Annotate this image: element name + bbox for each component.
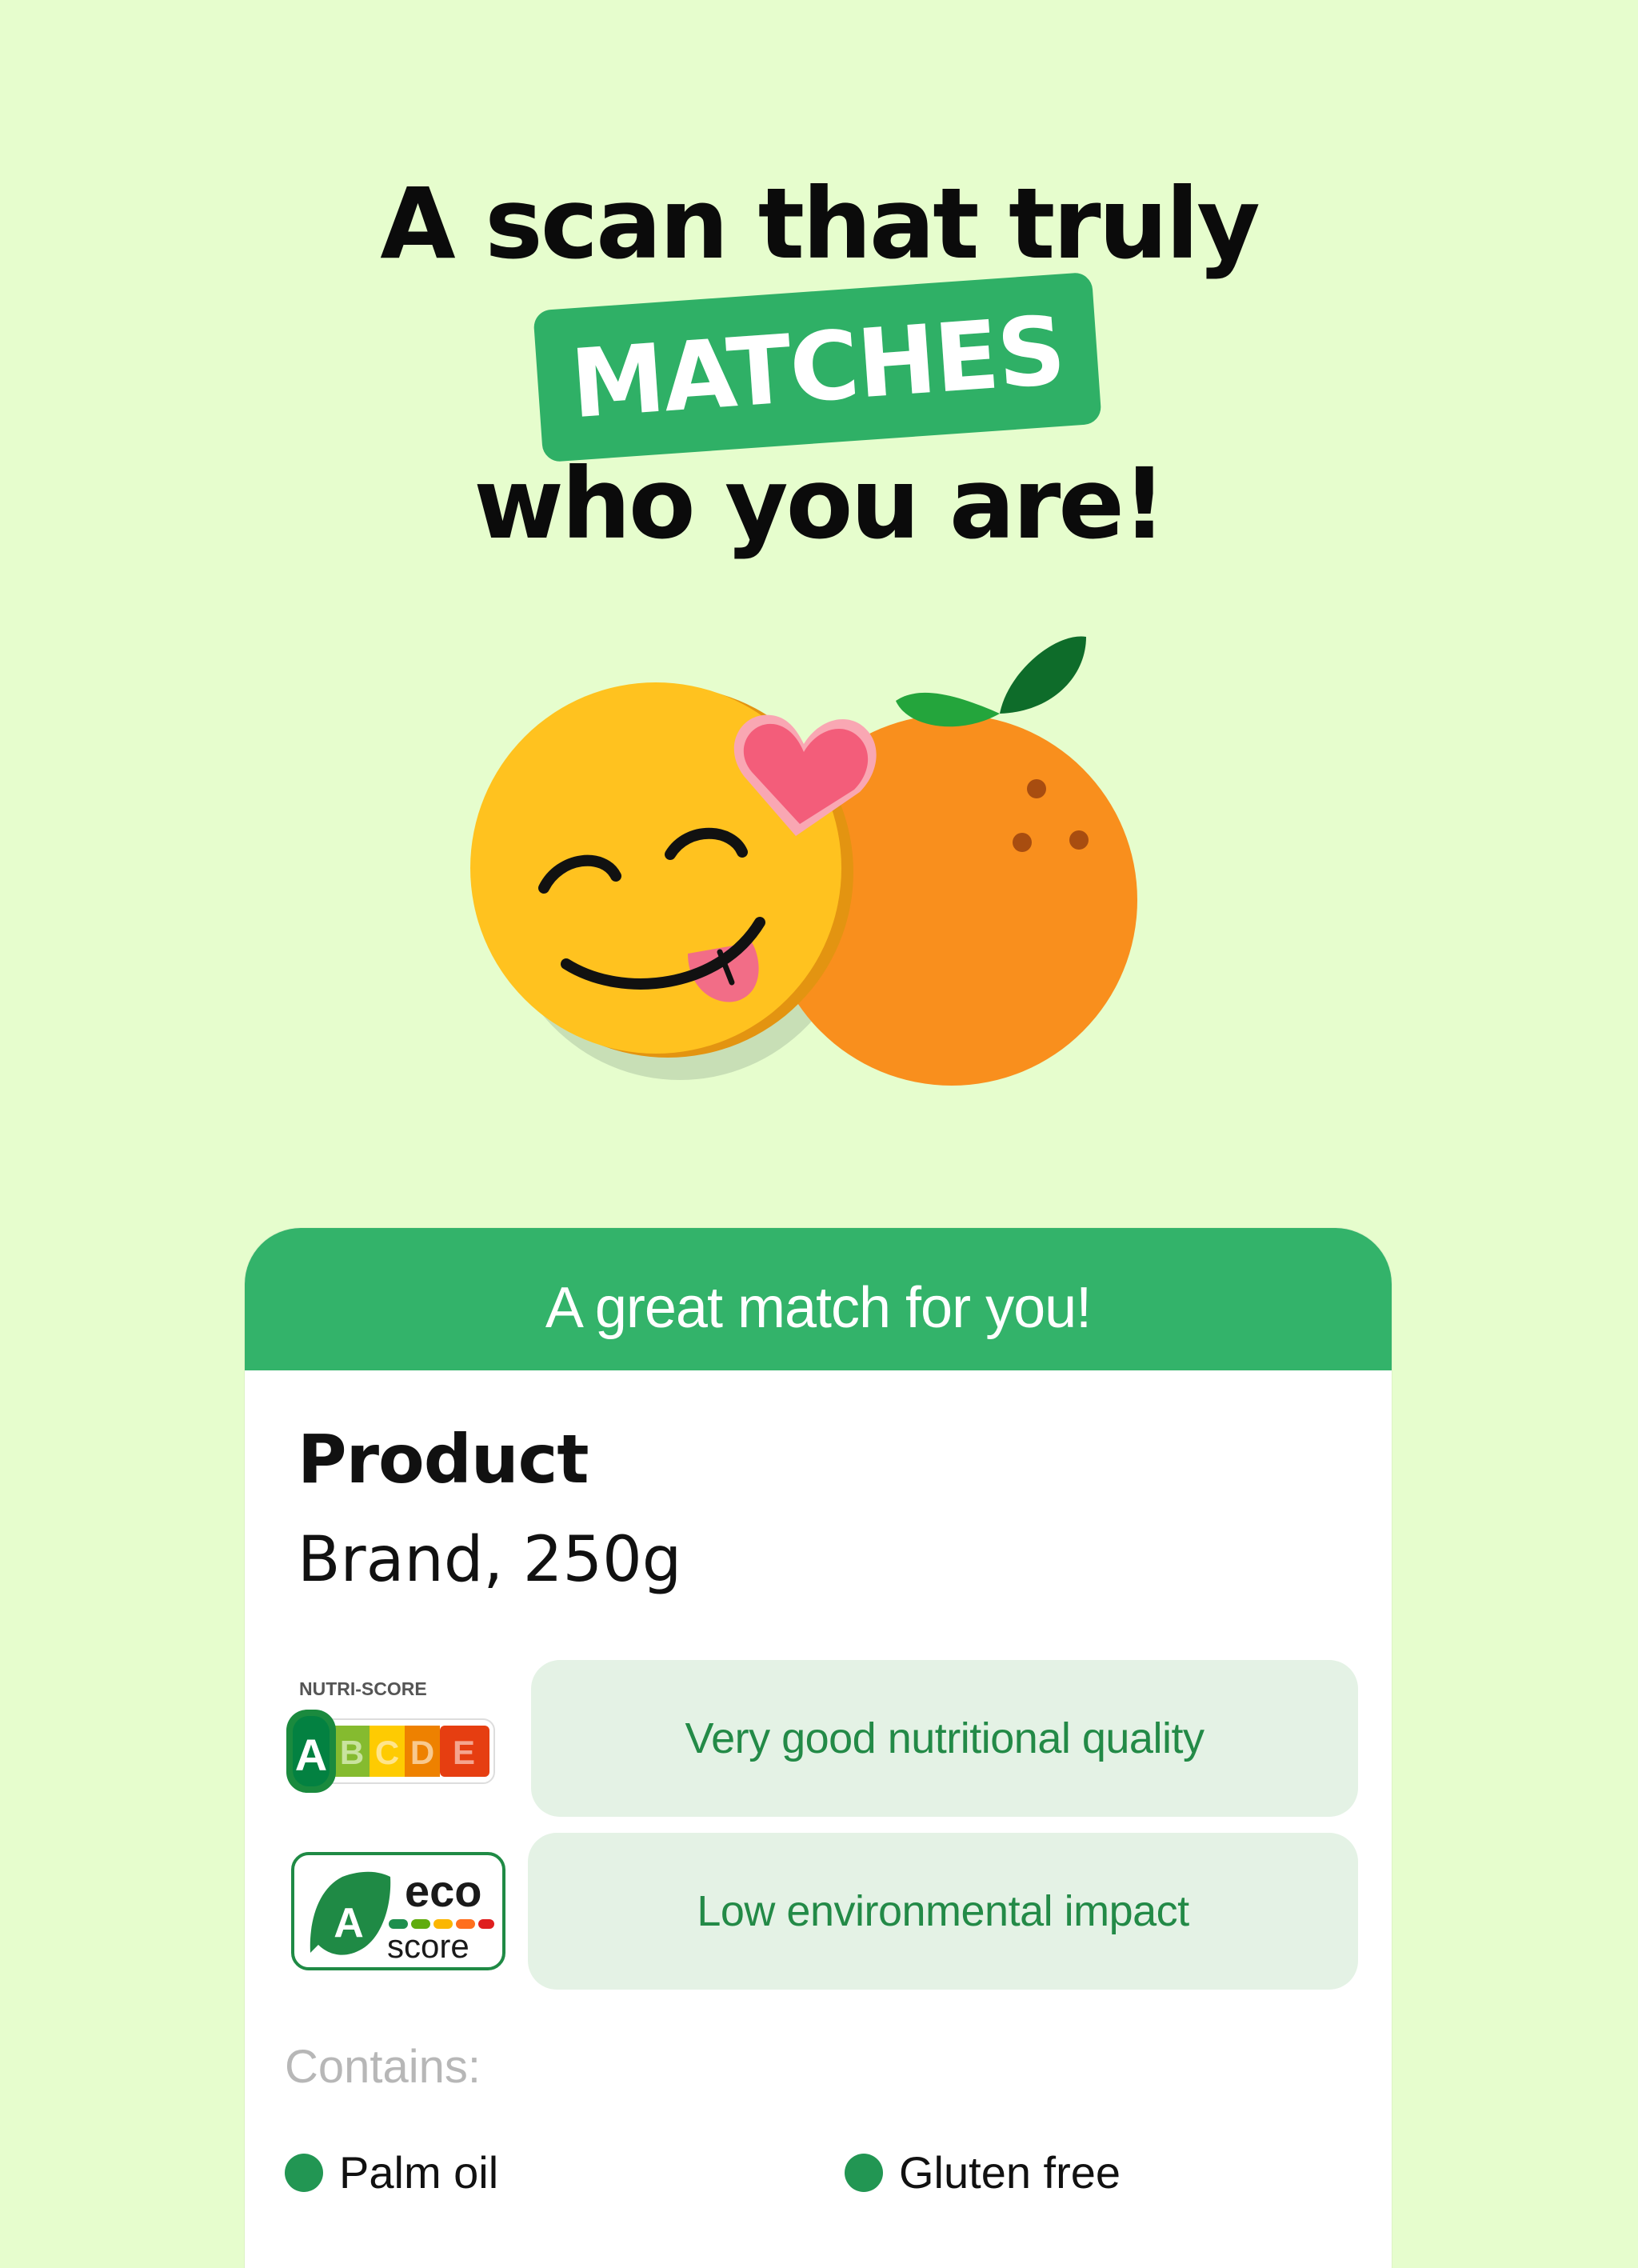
eco-score-logo-icon: A eco score (291, 1852, 505, 1970)
smiley-orange-illustration (470, 636, 1137, 1086)
eco-logo-word-eco: eco (405, 1866, 482, 1916)
eco-score-row[interactable]: A eco score Low environmental impact (286, 1833, 1358, 1990)
product-name: Product (298, 1420, 589, 1498)
product-match-card[interactable]: A great match for you! Product Brand, 25… (245, 1228, 1392, 2268)
ingredient-tag-palm-oil: Palm oil (285, 2146, 498, 2198)
nutri-grade-d: D (410, 1734, 434, 1771)
nutri-grade-c: C (375, 1734, 399, 1771)
nutri-score-logo-icon: NUTRI-SCORE A B C D E (286, 1678, 495, 1793)
nutri-score-logo-label: NUTRI-SCORE (299, 1678, 427, 1699)
leaf-right-icon (1000, 636, 1086, 714)
status-dot-icon (845, 2153, 883, 2192)
nutri-score-description: Very good nutritional quality (531, 1660, 1358, 1817)
matches-highlight-badge: MATCHES (533, 271, 1102, 463)
eco-logo-word-score: score (387, 1927, 469, 1965)
contains-label: Contains: (285, 2041, 481, 2093)
match-result-header: A great match for you! (245, 1228, 1392, 1370)
nutri-grade-e: E (453, 1734, 475, 1771)
nutri-grade-b: B (340, 1734, 364, 1771)
product-brand-weight: Brand, 250g (298, 1524, 682, 1596)
headline-line-1: A scan that truly (380, 167, 1260, 281)
ingredient-tag-gluten-free: Gluten free (845, 2146, 1121, 2198)
ingredient-tag-label: Palm oil (339, 2147, 499, 2198)
nutri-grade-a: A (295, 1730, 327, 1780)
nutri-score-row[interactable]: NUTRI-SCORE A B C D E Very good nutritio… (286, 1660, 1358, 1817)
eco-score-description: Low environmental impact (528, 1833, 1358, 1990)
headline-line-3: who you are! (473, 447, 1166, 561)
ingredient-tag-label: Gluten free (899, 2147, 1121, 2198)
eco-grade-a: A (334, 1900, 364, 1946)
status-dot-icon (285, 2153, 323, 2192)
